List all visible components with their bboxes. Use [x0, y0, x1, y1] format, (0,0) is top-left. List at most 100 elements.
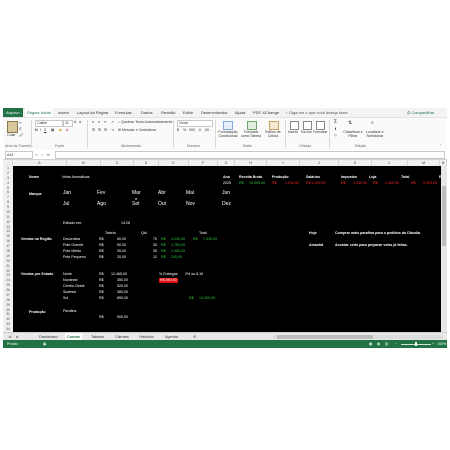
cell-region-price[interactable]: 35,00 — [117, 249, 126, 254]
cell-estado-cur[interactable]: R$ — [99, 296, 104, 301]
cell-entregas-value[interactable]: 2% ou 6,18 — [185, 272, 203, 277]
insert-function-icon[interactable]: fx — [47, 153, 50, 157]
paste-button[interactable]: Colar — [7, 133, 16, 137]
cell-region-tcur[interactable]: R$ — [161, 249, 166, 254]
sort-filter-icon[interactable]: ⇅ — [348, 121, 352, 126]
cell-region-item[interactable]: Pote Pequeno — [63, 255, 86, 260]
cell-month-jul[interactable]: Jul — [63, 202, 69, 207]
view-normal-icon[interactable]: ▦ — [369, 340, 372, 348]
cell-editado-value[interactable]: 14:28 — [121, 221, 130, 226]
cell-amanha-label[interactable]: Amanhã — [309, 243, 323, 248]
vertical-scrollbar[interactable] — [441, 166, 447, 332]
align-bottom-icon[interactable]: ≡ — [104, 120, 106, 124]
tab-pdf-xchange[interactable]: PDF-XChange — [253, 108, 279, 117]
currency-icon[interactable]: $ — [177, 128, 179, 132]
cell-region-price[interactable]: 20,00 — [117, 255, 126, 260]
cell-qtd-header[interactable]: Qtd — [141, 231, 147, 236]
cell-header-loja[interactable]: Loja — [369, 175, 376, 180]
cell-estado-total-cur[interactable]: R$ — [189, 296, 194, 301]
cell-region-qtd[interactable]: 70 — [153, 237, 157, 242]
cell-region-sum-cur[interactable]: R$ — [193, 237, 198, 242]
cell-styles-icon[interactable] — [269, 121, 279, 130]
cell-region-tcur[interactable]: R$ — [161, 255, 166, 260]
merge-center-button[interactable]: ⊞ Mesclar e Centralizar — [118, 128, 156, 132]
cell-month-out[interactable]: Out — [158, 202, 166, 207]
view-page-break-icon[interactable]: ▥ — [385, 340, 388, 348]
cell-region-qtd[interactable]: 35 — [153, 249, 157, 254]
cell-receita-value[interactable]: 19.395,00 — [249, 181, 265, 186]
cell-month-abr[interactable]: Abr — [158, 191, 166, 196]
tab-arquivo[interactable]: Arquivo — [3, 108, 23, 117]
cell-month-mai[interactable]: Mai — [186, 191, 194, 196]
borders-icon[interactable]: ▦ — [51, 128, 54, 132]
cell-region-item[interactable]: Pote Médio — [63, 249, 81, 254]
cell-month-jun[interactable]: Jun — [222, 191, 230, 196]
cell-editado-label[interactable]: Editado em: — [63, 221, 82, 226]
insert-cells-icon[interactable] — [290, 121, 299, 130]
cell-producao-value[interactable]: 500,00 — [117, 315, 128, 320]
cancel-entry-icon[interactable]: ✕ — [35, 153, 38, 157]
cell-month-jan[interactable]: Jan — [63, 191, 71, 196]
bold-button[interactable]: N — [35, 128, 38, 132]
tab-layout-pagina[interactable]: Layout da Página — [77, 108, 108, 117]
delete-cells-icon[interactable] — [303, 121, 312, 130]
tab-ajuda[interactable]: Ajuda — [235, 108, 245, 117]
cell-hoje-label[interactable]: Hoje — [309, 231, 317, 236]
font-size-select[interactable]: 11 — [63, 120, 73, 127]
cell-total-value[interactable]: 9.300,00 — [423, 181, 437, 186]
cell-month-ago[interactable]: Ago — [97, 202, 106, 207]
cell-entregas-label[interactable]: % Entregas — [159, 272, 178, 277]
underline-button[interactable]: S — [44, 128, 46, 132]
cell-region-item[interactable]: Decorativa — [63, 237, 80, 242]
vertical-scroll-thumb[interactable] — [442, 186, 446, 246]
cell-impostos-value[interactable]: 1.040,00 — [353, 181, 367, 186]
cell-estado-value[interactable]: 350,00 — [117, 278, 128, 283]
cell-region-tcur[interactable]: R$ — [161, 243, 166, 248]
cell-estado-value[interactable]: 525,00 — [117, 284, 128, 289]
cell-estado-label[interactable]: Vendas por Estado — [21, 272, 53, 277]
cell-region-tcur[interactable]: R$ — [161, 237, 166, 242]
cell-estado-region[interactable]: Nordeste — [63, 278, 78, 283]
cell-header-total[interactable]: Total — [401, 175, 409, 180]
cell-loja-cur[interactable]: R$ — [373, 181, 378, 186]
cell-month-fev[interactable]: Fev — [97, 191, 105, 196]
cut-icon[interactable]: ✂ — [19, 121, 22, 125]
format-table-button[interactable]: Formatar como Tabela — [240, 130, 262, 138]
grow-font-icon[interactable]: A — [74, 120, 76, 124]
zoom-slider[interactable] — [401, 342, 431, 346]
format-table-icon[interactable] — [247, 121, 257, 130]
cell-header-receita[interactable]: Receita Bruta — [239, 175, 262, 180]
copy-icon[interactable]: ⎘ — [19, 127, 22, 131]
horizontal-scrollbar[interactable] — [273, 335, 443, 339]
font-name-select[interactable]: Calibri — [35, 120, 63, 127]
cell-entregas-red[interactable]: R$ 850,00 — [159, 278, 178, 283]
cell-region-total[interactable]: 1.750,00 — [171, 243, 185, 248]
view-page-layout-icon[interactable]: ▤ — [377, 340, 380, 348]
autosum-icon[interactable]: Σ — [334, 120, 337, 125]
fill-icon[interactable]: ⬇ — [334, 127, 337, 131]
tab-exibir[interactable]: Exibir — [183, 108, 193, 117]
cell-region-cur[interactable]: R$ — [99, 243, 104, 248]
cell-month-set[interactable]: Set — [132, 202, 140, 207]
macro-record-icon[interactable]: ▣ — [43, 340, 46, 348]
align-top-icon[interactable]: ≡ — [92, 120, 94, 124]
collapse-ribbon-icon[interactable]: ⌃ — [439, 144, 442, 148]
cell-region-price[interactable]: 60,00 — [117, 237, 126, 242]
align-right-icon[interactable]: ☰ — [104, 128, 107, 132]
cell-estado-cur[interactable]: R$ — [99, 278, 104, 283]
paste-icon[interactable] — [7, 121, 18, 133]
sort-filter-button[interactable]: Classificar e Filtrar — [342, 130, 364, 138]
cell-estado-cur[interactable]: R$ — [99, 272, 104, 277]
name-box[interactable]: A43 — [5, 151, 33, 159]
align-middle-icon[interactable]: ≡ — [98, 120, 100, 124]
format-cells-button[interactable]: Formatar — [313, 130, 328, 134]
cell-nome-label[interactable]: Nome — [29, 175, 39, 180]
clear-icon[interactable]: ◇ — [334, 133, 337, 137]
cell-ano-value[interactable]: 2025 — [223, 181, 231, 186]
tab-inserir[interactable]: Inserir — [58, 108, 69, 117]
number-format-select[interactable]: Geral — [177, 120, 213, 127]
font-color-icon[interactable]: A — [66, 128, 68, 132]
cell-estado-region[interactable]: Centro-Oeste — [63, 284, 85, 289]
cell-amanha-text[interactable]: Acordar cedo para preparar velas já feit… — [335, 243, 408, 248]
cell-producao-cur[interactable]: R$ — [272, 181, 277, 186]
